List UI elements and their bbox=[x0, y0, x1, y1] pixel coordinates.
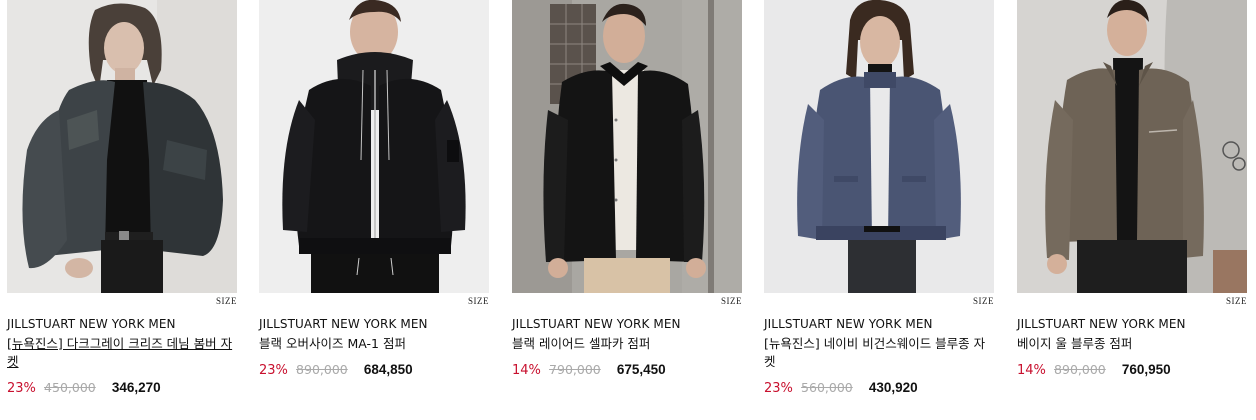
sale-price: 346,270 bbox=[111, 380, 161, 395]
sale-price: 675,450 bbox=[616, 362, 666, 377]
size-link[interactable]: SIZE bbox=[973, 296, 994, 306]
product-image[interactable] bbox=[764, 0, 994, 293]
discount-rate: 23% bbox=[259, 363, 288, 378]
original-price: 450,000 bbox=[44, 380, 96, 395]
size-link[interactable]: SIZE bbox=[721, 296, 742, 306]
brand-name[interactable]: JILLSTUART NEW YORK MEN bbox=[764, 317, 933, 331]
sale-price: 684,850 bbox=[363, 362, 413, 377]
product-image[interactable] bbox=[512, 0, 742, 293]
brand-name[interactable]: JILLSTUART NEW YORK MEN bbox=[1017, 317, 1186, 331]
sale-price: 430,920 bbox=[868, 380, 918, 395]
product-card[interactable]: SIZE JILLSTUART NEW YORK MEN [뉴욕진스] 네이비 … bbox=[764, 0, 996, 396]
product-photo-icon bbox=[1017, 0, 1247, 293]
product-name[interactable]: 블랙 오버사이즈 MA-1 점퍼 bbox=[259, 335, 491, 353]
product-image[interactable] bbox=[1017, 0, 1247, 293]
price-row: 23% 890,000 684,850 bbox=[259, 362, 413, 378]
product-photo-icon bbox=[259, 0, 489, 293]
brand-name[interactable]: JILLSTUART NEW YORK MEN bbox=[7, 317, 176, 331]
product-card[interactable]: SIZE JILLSTUART NEW YORK MEN [뉴욕진스] 다크그레… bbox=[7, 0, 239, 396]
price-row: 14% 890,000 760,950 bbox=[1017, 362, 1171, 378]
original-price: 890,000 bbox=[296, 362, 348, 377]
discount-rate: 23% bbox=[764, 381, 793, 396]
product-name[interactable]: 블랙 레이어드 셀파카 점퍼 bbox=[512, 335, 744, 353]
original-price: 790,000 bbox=[549, 362, 601, 377]
size-link[interactable]: SIZE bbox=[1226, 296, 1247, 306]
size-link[interactable]: SIZE bbox=[468, 296, 489, 306]
brand-name[interactable]: JILLSTUART NEW YORK MEN bbox=[259, 317, 428, 331]
product-name[interactable]: [뉴욕진스] 네이비 비건스웨이드 블루종 자켓 bbox=[764, 335, 996, 371]
discount-rate: 14% bbox=[512, 363, 541, 378]
size-link[interactable]: SIZE bbox=[216, 296, 237, 306]
product-card[interactable]: SIZE JILLSTUART NEW YORK MEN 블랙 레이어드 셀파카… bbox=[512, 0, 744, 378]
discount-rate: 23% bbox=[7, 381, 36, 396]
product-photo-icon bbox=[7, 0, 237, 293]
product-name[interactable]: 베이지 울 블루종 점퍼 bbox=[1017, 335, 1249, 353]
product-photo-icon bbox=[512, 0, 742, 293]
product-image[interactable] bbox=[7, 0, 237, 293]
product-name[interactable]: [뉴욕진스] 다크그레이 크리즈 데님 봄버 자켓 bbox=[7, 335, 239, 371]
original-price: 560,000 bbox=[801, 380, 853, 395]
price-row: 23% 560,000 430,920 bbox=[764, 380, 918, 396]
sale-price: 760,950 bbox=[1121, 362, 1171, 377]
product-photo-icon bbox=[764, 0, 994, 293]
original-price: 890,000 bbox=[1054, 362, 1106, 377]
discount-rate: 14% bbox=[1017, 363, 1046, 378]
price-row: 23% 450,000 346,270 bbox=[7, 380, 161, 396]
product-image[interactable] bbox=[259, 0, 489, 293]
price-row: 14% 790,000 675,450 bbox=[512, 362, 666, 378]
product-card[interactable]: SIZE JILLSTUART NEW YORK MEN 베이지 울 블루종 점… bbox=[1017, 0, 1249, 378]
product-card[interactable]: SIZE JILLSTUART NEW YORK MEN 블랙 오버사이즈 MA… bbox=[259, 0, 491, 378]
product-grid: SIZE JILLSTUART NEW YORK MEN [뉴욕진스] 다크그레… bbox=[0, 0, 1256, 420]
brand-name[interactable]: JILLSTUART NEW YORK MEN bbox=[512, 317, 681, 331]
